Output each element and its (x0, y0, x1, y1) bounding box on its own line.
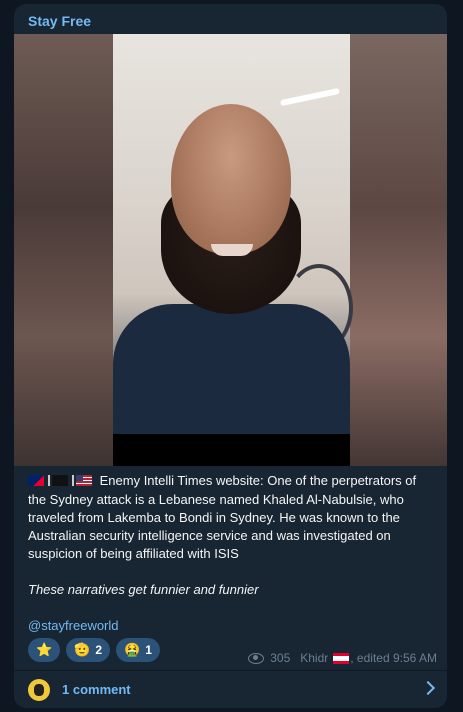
author-name: Khidr (300, 651, 329, 665)
reactions: ⭐ 🫡 2 🤮 1 (28, 638, 160, 662)
reaction-vomit[interactable]: 🤮 1 (116, 638, 160, 662)
pirate-flag-icon (52, 475, 68, 486)
channel-name[interactable]: Stay Free (28, 13, 91, 29)
star-icon: ⭐ (36, 642, 53, 657)
salute-hand-icon: 🫡 (74, 642, 91, 657)
lebanon-flag-icon (333, 652, 350, 664)
post-image[interactable] (14, 34, 447, 466)
post-text: Enemy Intelli Times website: One of the … (28, 472, 428, 635)
eye-icon (248, 652, 265, 664)
photo (113, 34, 353, 466)
reaction-star[interactable]: ⭐ (28, 638, 61, 662)
vomit-face-icon: 🤮 (124, 642, 141, 657)
edited-time: , edited 9:56 AM (350, 651, 437, 665)
post-paragraph-2: These narratives get funnier and funnier (28, 582, 259, 597)
view-count: 305 (270, 651, 291, 665)
commenter-avatar (28, 678, 50, 701)
message-bubble: Stay Free Enemy Intelli Times website: O… (14, 4, 447, 708)
post-paragraph-1: Enemy Intelli Times website: One of the … (28, 472, 428, 563)
reaction-count: 1 (145, 643, 152, 657)
reaction-count: 2 (95, 643, 103, 657)
image-blur-right (347, 34, 447, 466)
reaction-salute[interactable]: 🫡 2 (66, 638, 111, 662)
australia-flag-icon (28, 475, 44, 486)
image-blur-left (14, 34, 114, 466)
chevron-right-icon (420, 680, 436, 696)
message-meta: 305 Khidr , edited 9:56 AM (248, 651, 437, 665)
comments-label: 1 comment (62, 682, 131, 697)
comments-button[interactable]: 1 comment (14, 671, 447, 708)
channel-link[interactable]: @stayfreeworld (28, 617, 428, 635)
us-flag-icon (76, 475, 92, 486)
flags (28, 473, 94, 491)
